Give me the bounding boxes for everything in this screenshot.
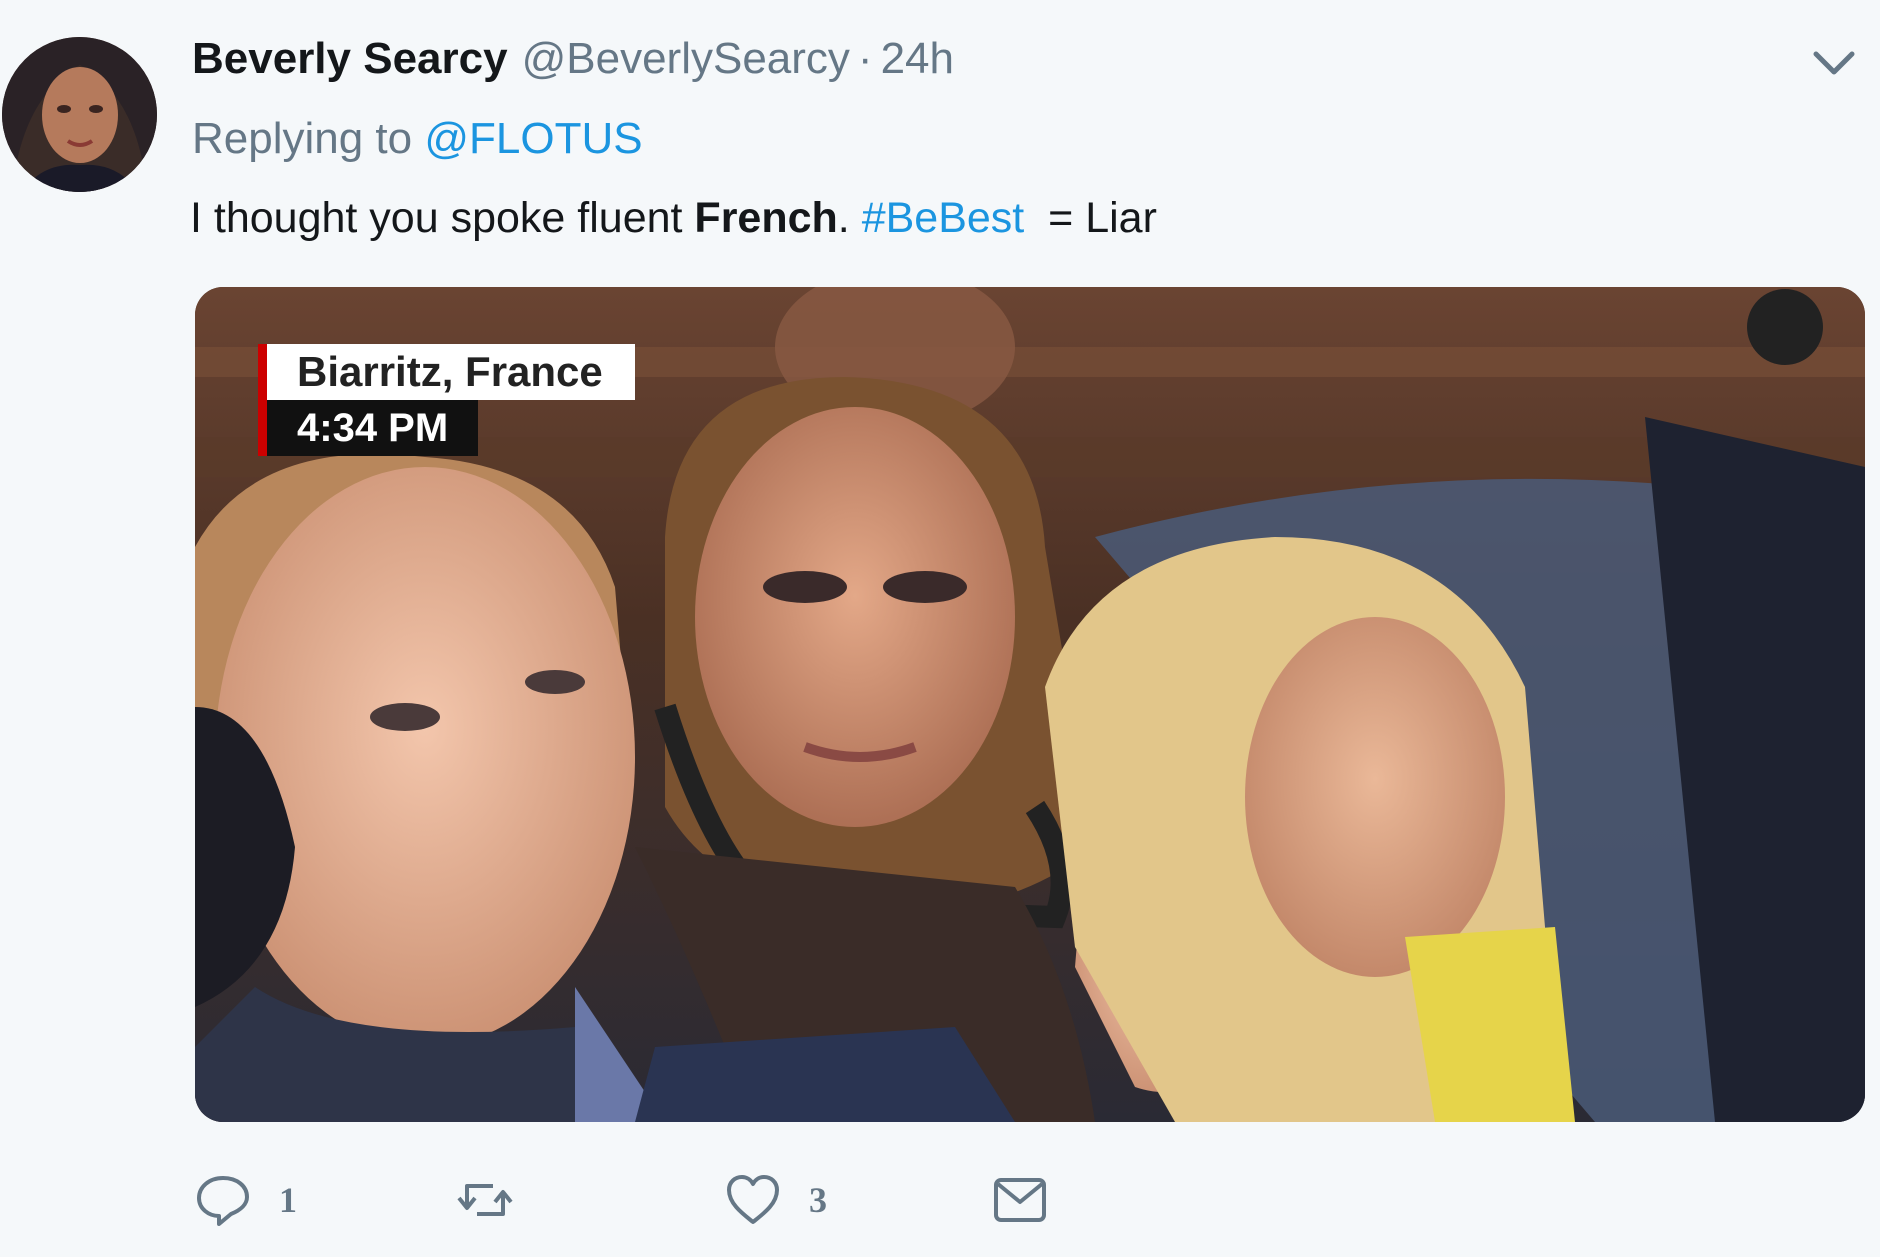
avatar[interactable] [2, 37, 157, 192]
replying-prefix: Replying to [192, 114, 413, 163]
tweet-text-start: I thought you spoke fluent [190, 194, 695, 242]
message-button[interactable] [992, 1165, 1048, 1235]
tweet-header: Beverly Searcy @BeverlySearcy · 24h [192, 34, 954, 90]
hashtag-link[interactable]: #BeBest [862, 194, 1025, 242]
envelope-icon [994, 1178, 1046, 1222]
user-handle[interactable]: @BeverlySearcy [522, 34, 850, 84]
chyron-location: Biarritz, France [267, 344, 635, 400]
tweet-card[interactable]: Beverly Searcy @BeverlySearcy · 24h Repl… [0, 0, 1880, 1257]
chyron-accent-bar [258, 344, 267, 456]
tweet-text: I thought you spoke fluent French. #BeBe… [190, 194, 1157, 243]
tweet-text-end: = Liar [1024, 194, 1157, 242]
retweet-button[interactable] [457, 1165, 541, 1235]
avatar-image [2, 37, 157, 192]
tweet-text-bold: French [694, 194, 838, 242]
tweet-media[interactable]: Biarritz, France 4:34 PM [195, 287, 1865, 1122]
tweet-text-period: . [837, 194, 862, 242]
reply-button[interactable]: 1 [195, 1165, 297, 1235]
retweet-icon [457, 1184, 513, 1216]
display-name[interactable]: Beverly Searcy [192, 34, 508, 84]
like-button[interactable]: 3 [725, 1165, 827, 1235]
chyron-time: 4:34 PM [267, 400, 479, 456]
reply-count: 1 [279, 1180, 297, 1220]
chevron-down-icon[interactable] [1804, 44, 1864, 84]
replying-to-link[interactable]: @FLOTUS [424, 114, 642, 163]
heart-icon [727, 1175, 779, 1224]
tweet-actions: 1 3 [195, 1165, 1095, 1235]
replying-to: Replying to @FLOTUS [192, 114, 643, 164]
like-count: 3 [809, 1180, 827, 1220]
separator-dot: · [857, 34, 873, 83]
reply-icon [197, 1176, 249, 1226]
timestamp[interactable]: 24h [881, 34, 954, 84]
